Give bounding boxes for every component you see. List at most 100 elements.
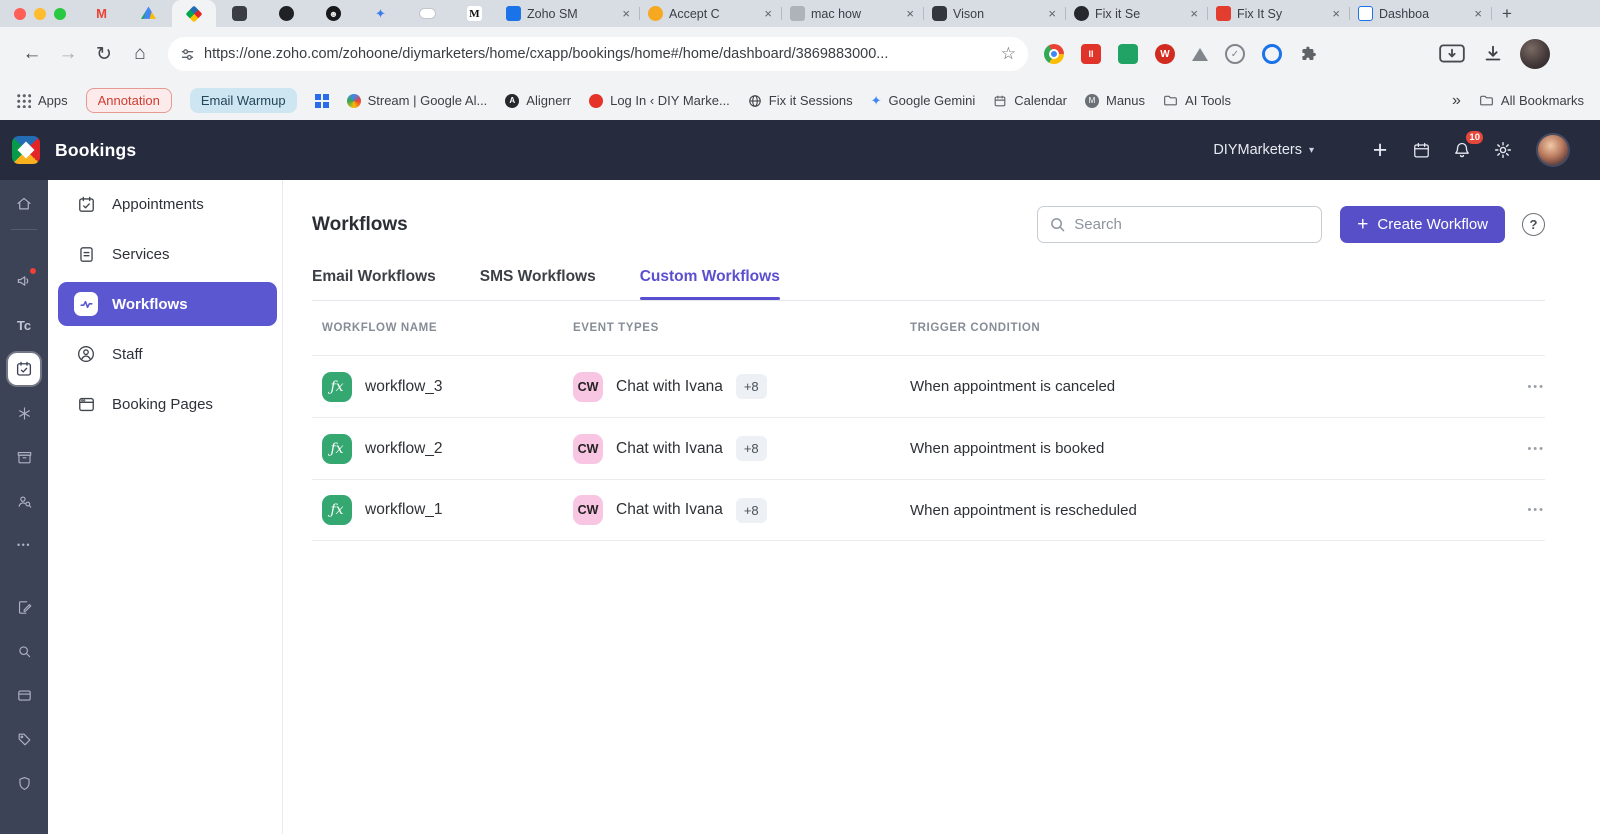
rail-notes-icon[interactable] — [0, 585, 48, 629]
quick-add-icon[interactable]: + — [1363, 133, 1397, 167]
workflow-row-1[interactable]: ƒx workflow_1 CW Chat with Ivana +8 When… — [312, 479, 1545, 541]
rail-announcements-icon[interactable] — [0, 259, 48, 303]
sidebar-item-booking-pages[interactable]: Booking Pages — [58, 382, 277, 426]
sidebar-item-services[interactable]: Services — [58, 232, 277, 276]
workspace-selector[interactable]: DIYMarketers ▾ — [1213, 142, 1314, 158]
triangle-extension-icon[interactable] — [1192, 47, 1208, 61]
user-avatar[interactable] — [1536, 133, 1570, 167]
wordtune-extension-icon[interactable]: W — [1155, 44, 1175, 64]
pinned-tab-4[interactable] — [216, 0, 263, 27]
zoho-one-logo[interactable] — [12, 136, 40, 164]
active-tab-zoho-bookings[interactable] — [172, 0, 216, 27]
bookmark-email-warmup[interactable]: Email Warmup — [189, 88, 297, 113]
bookmark-google-gemini[interactable]: ✦ Google Gemini — [871, 93, 976, 109]
more-events-badge[interactable]: +8 — [735, 436, 767, 461]
home-button[interactable]: ⌂ — [122, 36, 158, 72]
bookmark-annotation[interactable]: Annotation — [85, 88, 172, 113]
settings-gear-icon[interactable] — [1486, 133, 1520, 167]
bookmark-fix-it-sessions[interactable]: Fix it Sessions — [748, 93, 853, 108]
tab-close-icon[interactable]: × — [904, 6, 916, 21]
site-settings-icon[interactable] — [180, 47, 195, 62]
chrome-extension-icon[interactable] — [1044, 44, 1064, 64]
pinned-tab-5[interactable] — [263, 0, 310, 27]
rail-more-icon[interactable]: ••• — [0, 523, 48, 567]
sidebar-item-workflows[interactable]: Workflows — [58, 282, 277, 326]
new-tab-button[interactable]: + — [1492, 0, 1522, 27]
close-window-button[interactable] — [14, 7, 26, 20]
url-bar[interactable]: https://one.zoho.com/zohoone/diymarketer… — [168, 37, 1028, 71]
search-input[interactable] — [1074, 216, 1310, 233]
tab-close-icon[interactable]: × — [1472, 6, 1484, 21]
tab-fix-it-sy[interactable]: Fix It Sy × — [1208, 0, 1350, 27]
bookmark-manus[interactable]: M Manus — [1085, 93, 1145, 108]
bookmark-stream[interactable]: Stream | Google Al... — [346, 93, 487, 108]
rail-flower-icon[interactable] — [0, 391, 48, 435]
downloads-icon[interactable] — [1482, 43, 1504, 65]
extensions-puzzle-icon[interactable] — [1299, 44, 1319, 64]
bookmarks-overflow-icon[interactable]: » — [1452, 92, 1461, 110]
red-bars-extension-icon[interactable]: II — [1081, 44, 1101, 64]
bookmark-folder-ai-tools[interactable]: AI Tools — [1163, 93, 1231, 108]
create-workflow-button[interactable]: + Create Workflow — [1340, 206, 1505, 243]
bookmark-login-diy[interactable]: Log In ‹ DIY Marke... — [589, 93, 730, 108]
row-menu-icon[interactable]: ••• — [1505, 504, 1545, 516]
row-menu-icon[interactable]: ••• — [1505, 443, 1545, 455]
tab-close-icon[interactable]: × — [1046, 6, 1058, 21]
pinned-tab-9[interactable]: M — [451, 0, 498, 27]
rail-shield-icon[interactable] — [0, 761, 48, 805]
calendar-icon[interactable] — [1404, 133, 1438, 167]
tab-accept[interactable]: Accept C × — [640, 0, 782, 27]
browser-profile-avatar[interactable] — [1520, 39, 1550, 69]
tab-email-workflows[interactable]: Email Workflows — [312, 268, 436, 300]
pinned-tab-6[interactable]: ☻ — [310, 0, 357, 27]
sidebar-item-staff[interactable]: Staff — [58, 332, 277, 376]
tab-fix-it-se[interactable]: Fix it Se × — [1066, 0, 1208, 27]
rail-tags-icon[interactable] — [0, 717, 48, 761]
tab-custom-workflows[interactable]: Custom Workflows — [639, 268, 780, 300]
minimize-window-button[interactable] — [34, 7, 46, 20]
fullscreen-window-button[interactable] — [54, 7, 66, 20]
bookmark-calendar[interactable]: Calendar — [993, 93, 1067, 108]
back-button[interactable]: ← — [14, 36, 50, 72]
tab-dashboard[interactable]: Dashboa × — [1350, 0, 1492, 27]
screen-share-icon[interactable] — [1438, 42, 1466, 66]
bookmark-alignerr[interactable]: A Alignerr — [505, 93, 571, 108]
g-check-extension-icon[interactable]: ✓ — [1225, 44, 1245, 64]
bookmark-star-icon[interactable]: ☆ — [1001, 44, 1016, 64]
forward-button[interactable]: → — [50, 36, 86, 72]
rail-archive-icon[interactable] — [0, 435, 48, 479]
pinned-tab-8[interactable] — [404, 0, 451, 27]
rail-tc-icon[interactable]: Tc — [0, 303, 48, 347]
blue-ring-extension-icon[interactable] — [1262, 44, 1282, 64]
bookmark-apps[interactable]: Apps — [16, 93, 68, 108]
workflow-row-3[interactable]: ƒx workflow_3 CW Chat with Ivana +8 When… — [312, 355, 1545, 417]
tab-close-icon[interactable]: × — [1188, 6, 1200, 21]
sidebar-item-appointments[interactable]: Appointments — [58, 182, 277, 226]
pinned-tab-drive[interactable] — [125, 0, 172, 27]
pinned-tab-gmail[interactable]: M — [78, 0, 125, 27]
search-box[interactable] — [1037, 206, 1323, 243]
rail-bookings-icon-selected[interactable] — [0, 347, 48, 391]
all-bookmarks[interactable]: All Bookmarks — [1479, 93, 1584, 108]
rail-home-icon[interactable] — [0, 182, 48, 226]
more-events-badge[interactable]: +8 — [735, 374, 767, 399]
tab-vison[interactable]: Vison × — [924, 0, 1066, 27]
url-text[interactable]: https://one.zoho.com/zohoone/diymarketer… — [204, 46, 992, 62]
tab-zoho-sm[interactable]: Zoho SM × — [498, 0, 640, 27]
tab-close-icon[interactable]: × — [1330, 6, 1342, 21]
reload-button[interactable]: ↻ — [86, 36, 122, 72]
tab-mac-how[interactable]: mac how × — [782, 0, 924, 27]
rail-search-icon[interactable] — [0, 629, 48, 673]
row-menu-icon[interactable]: ••• — [1505, 381, 1545, 393]
rail-panel-icon[interactable] — [0, 673, 48, 717]
tab-close-icon[interactable]: × — [762, 6, 774, 21]
pinned-tab-7[interactable]: ✦ — [357, 0, 404, 27]
notifications-bell-icon[interactable]: 10 — [1445, 130, 1484, 167]
green-extension-icon[interactable] — [1118, 44, 1138, 64]
help-icon[interactable]: ? — [1522, 213, 1545, 236]
workflow-row-2[interactable]: ƒx workflow_2 CW Chat with Ivana +8 When… — [312, 417, 1545, 479]
tab-sms-workflows[interactable]: SMS Workflows — [480, 268, 596, 300]
rail-user-lookup-icon[interactable] — [0, 479, 48, 523]
more-events-badge[interactable]: +8 — [735, 497, 767, 523]
bookmark-blue-grid[interactable] — [314, 93, 329, 108]
